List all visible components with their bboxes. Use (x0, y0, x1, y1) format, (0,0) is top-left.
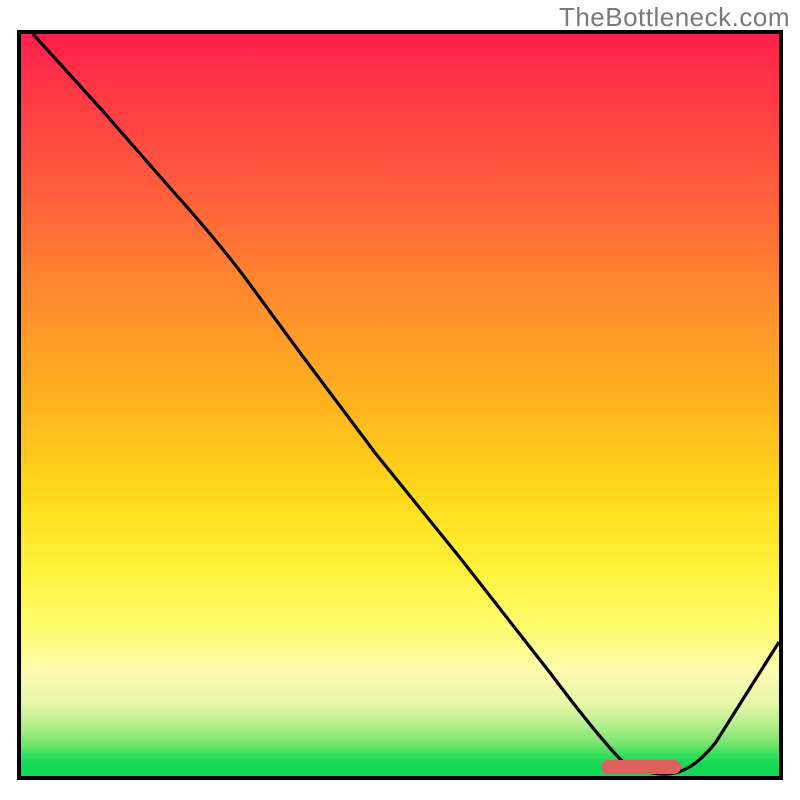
bottleneck-curve (33, 34, 779, 774)
chart-container: TheBottleneck.com (0, 0, 800, 800)
overlay-svg (21, 34, 779, 776)
optimum-marker (601, 760, 681, 774)
watermark-label: TheBottleneck.com (559, 2, 790, 33)
plot-area (17, 30, 783, 780)
